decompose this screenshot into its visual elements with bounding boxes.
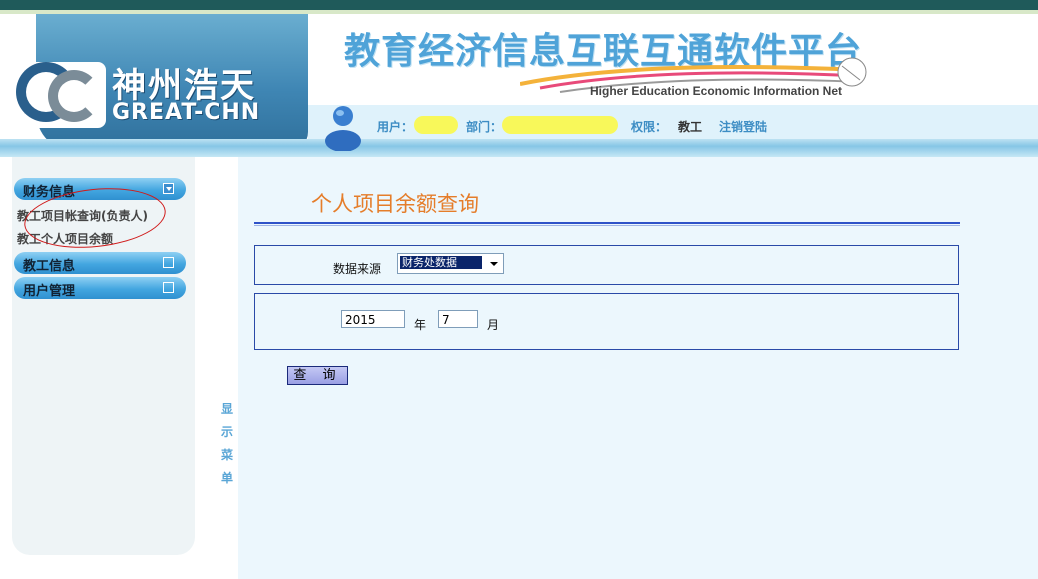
user-bar-stripe	[0, 139, 1038, 157]
month-label: 月	[487, 318, 500, 332]
month-input[interactable]: 7	[438, 310, 478, 328]
user-label: 用户：	[377, 120, 414, 134]
source-label: 数据来源	[333, 262, 382, 276]
user-value-redacted	[414, 116, 458, 134]
page-title: 个人项目余额查询	[311, 192, 479, 216]
show-menu-char: 显	[220, 402, 233, 416]
department-label: 部门：	[466, 120, 503, 134]
user-avatar-icon	[325, 106, 361, 151]
permission-label: 权限：	[631, 120, 668, 134]
source-select[interactable]: 财务处数据	[397, 253, 504, 274]
expand-icon[interactable]	[163, 257, 174, 268]
expand-icon[interactable]	[163, 282, 174, 293]
title-divider	[254, 222, 960, 224]
show-menu-char: 示	[220, 425, 233, 439]
main-content	[238, 157, 1038, 579]
sidebar-section-staff[interactable]: 教工信息	[14, 252, 186, 274]
chevron-down-icon[interactable]	[486, 255, 502, 272]
query-button[interactable]: 查 询	[287, 366, 348, 385]
top-bar	[0, 0, 1038, 10]
source-select-value: 财务处数据	[400, 256, 482, 269]
year-input[interactable]: 2015	[341, 310, 405, 328]
logout-link[interactable]: 注销登陆	[719, 118, 767, 135]
year-label: 年	[414, 318, 427, 332]
title-divider-light	[254, 225, 960, 226]
sidebar-section-label: 用户管理	[23, 284, 76, 299]
sidebar-section-label: 教工信息	[23, 259, 76, 274]
logo-c-icon	[48, 70, 100, 122]
show-menu-toggle[interactable]: 显 示 菜 单	[220, 398, 234, 490]
department-value-redacted	[502, 116, 618, 134]
logo-english-name: GREAT-CHN	[112, 100, 261, 125]
show-menu-char: 单	[220, 471, 233, 485]
collapse-icon[interactable]	[163, 183, 174, 194]
site-subtitle: Higher Education Economic Information Ne…	[590, 84, 843, 98]
show-menu-char: 菜	[220, 448, 233, 462]
sidebar-section-user-admin[interactable]: 用户管理	[14, 277, 186, 299]
permission-value: 教工	[678, 120, 703, 134]
